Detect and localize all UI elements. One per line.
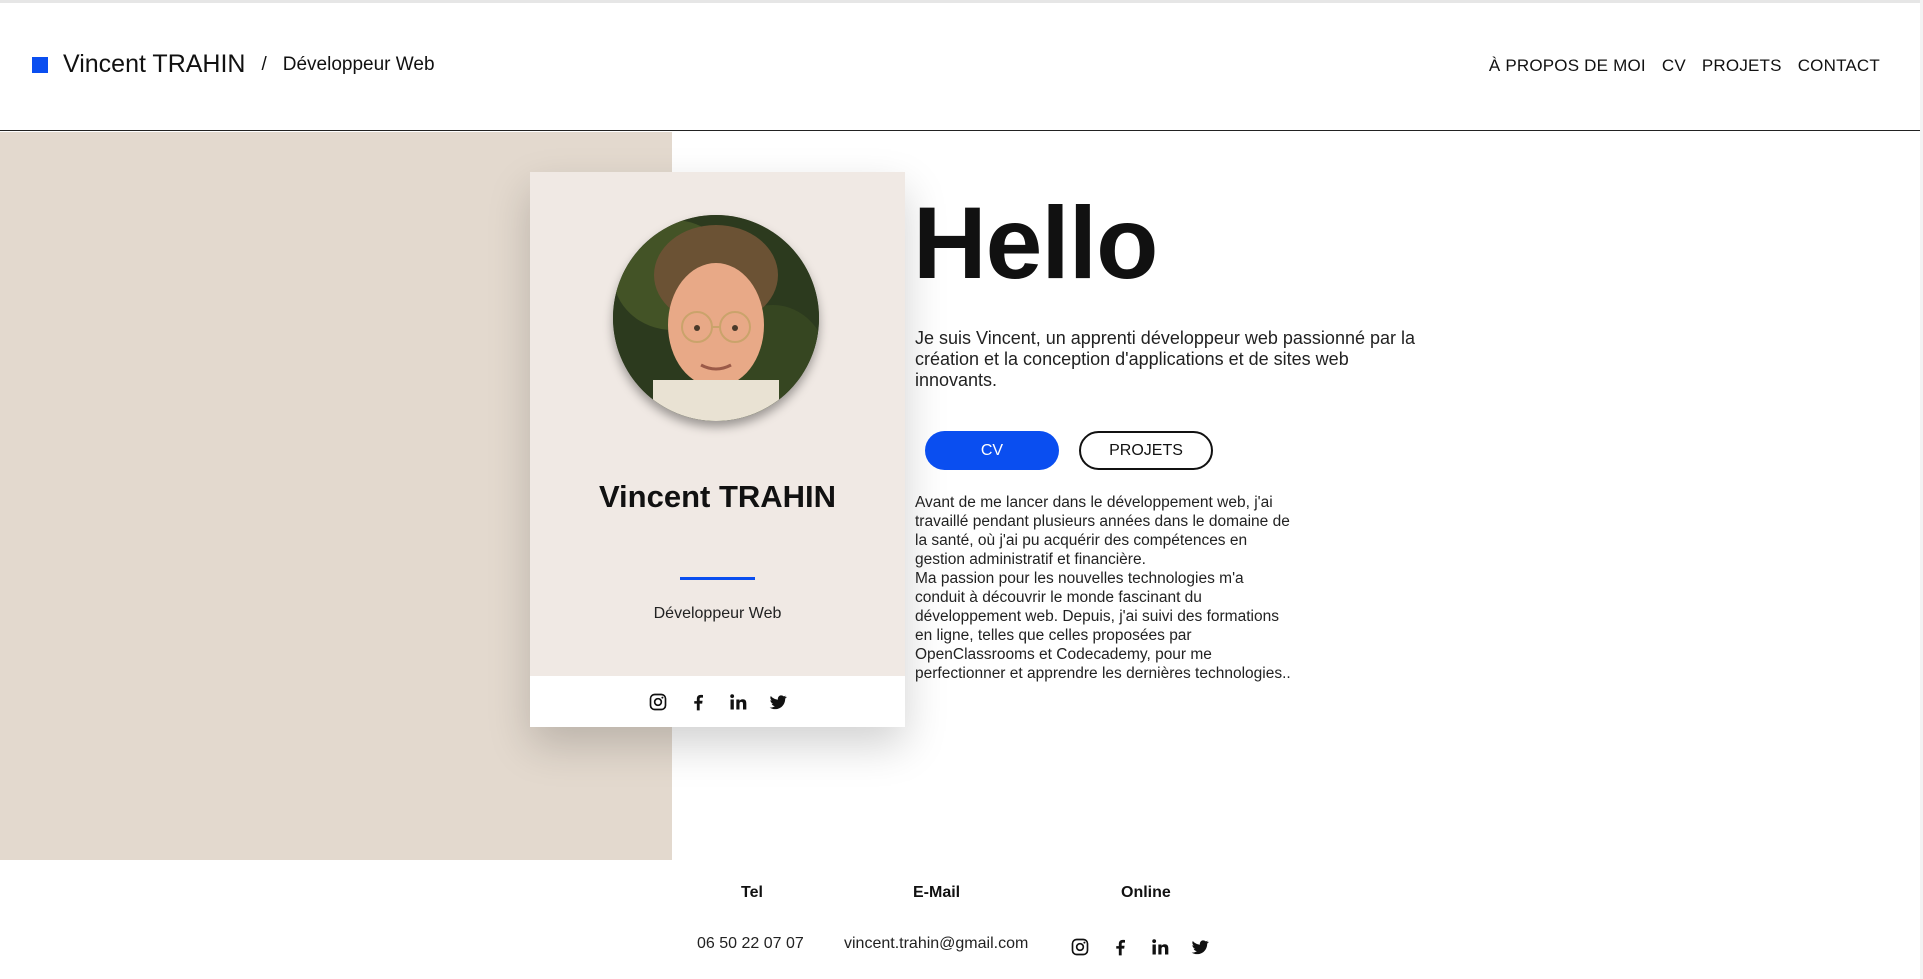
linkedin-icon[interactable]: [727, 691, 749, 713]
profile-social-links: [530, 676, 905, 727]
cv-button[interactable]: CV: [925, 431, 1059, 470]
instagram-icon[interactable]: [1069, 936, 1091, 958]
brand[interactable]: Vincent TRAHIN / Développeur Web: [32, 50, 435, 79]
profile-role: Développeur Web: [653, 605, 782, 622]
facebook-icon[interactable]: [687, 691, 709, 713]
brand-name[interactable]: Vincent TRAHIN: [63, 50, 245, 79]
linkedin-icon[interactable]: [1149, 936, 1171, 958]
footer-tel-label: Tel: [741, 884, 763, 901]
profile-photo: [613, 215, 819, 421]
instagram-icon[interactable]: [647, 691, 669, 713]
bio-text: Avant de me lancer dans le développement…: [915, 493, 1295, 683]
profile-name: Vincent TRAHIN: [598, 479, 837, 514]
nav-link-contact[interactable]: CONTACT: [1798, 56, 1880, 76]
nav-link-projets[interactable]: PROJETS: [1702, 56, 1782, 76]
hero-title: Hello: [913, 186, 1158, 300]
profile-divider: [680, 577, 755, 580]
bio-paragraph-1: Avant de me lancer dans le développement…: [915, 494, 1290, 568]
hero-intro: Je suis Vincent, un apprenti développeur…: [915, 328, 1416, 390]
footer-online-label: Online: [1121, 884, 1171, 901]
page: Vincent TRAHIN / Développeur Web À PROPO…: [0, 0, 1923, 979]
footer-social-links: [1069, 936, 1211, 958]
twitter-icon[interactable]: [767, 691, 789, 713]
main-nav: À PROPOS DE MOI CV PROJETS CONTACT: [1489, 56, 1880, 76]
facebook-icon[interactable]: [1109, 936, 1131, 958]
footer-email-value[interactable]: vincent.trahin@gmail.com: [844, 935, 1028, 953]
brand-role: Développeur Web: [282, 53, 435, 75]
footer-tel-value[interactable]: 06 50 22 07 07: [697, 935, 804, 953]
projets-button[interactable]: PROJETS: [1079, 431, 1213, 470]
nav-link-a-propos[interactable]: À PROPOS DE MOI: [1489, 56, 1646, 76]
nav-link-cv[interactable]: CV: [1662, 56, 1686, 76]
footer-email-label: E-Mail: [913, 884, 961, 901]
bio-paragraph-2: Ma passion pour les nouvelles technologi…: [915, 570, 1291, 682]
brand-logo-square: [32, 56, 48, 73]
site-header: Vincent TRAHIN / Développeur Web À PROPO…: [0, 3, 1920, 131]
twitter-icon[interactable]: [1189, 936, 1211, 958]
brand-separator: /: [261, 53, 267, 75]
profile-card: Vincent TRAHIN Développeur Web: [530, 172, 905, 727]
